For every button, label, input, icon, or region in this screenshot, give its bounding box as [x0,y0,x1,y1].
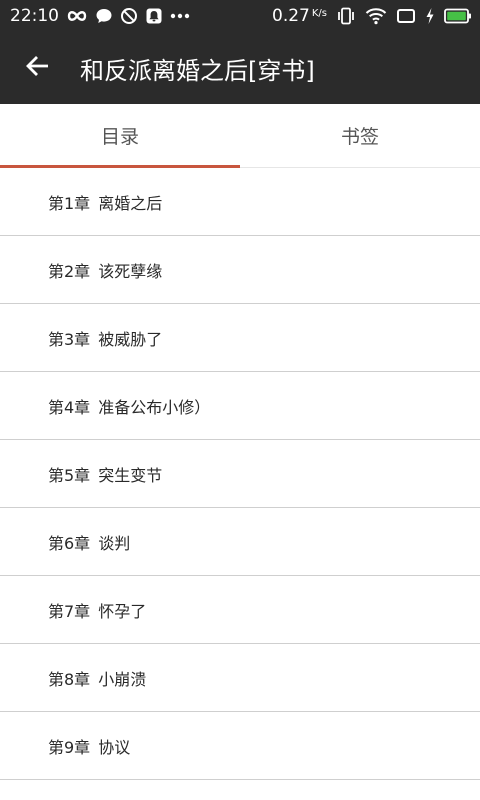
chapter-item[interactable]: 第3章 被威胁了 [0,304,480,372]
status-bar: 22:10 0.27 K/s [0,0,480,32]
chapter-title: 小崩溃 [98,669,147,689]
infinity-icon [66,9,88,23]
chapter-list: 第1章 离婚之后 第2章 该死孽缘 第3章 被威胁了 第4章 准备公布小修） 第… [0,168,480,780]
speed-value: 0.27 [272,6,310,26]
chapter-number: 第1章 [48,193,91,213]
speed-unit: K/s [311,8,327,19]
back-button[interactable] [0,32,76,104]
chapter-number: 第5章 [48,465,91,485]
chapter-number: 第4章 [48,397,91,417]
chapter-number: 第3章 [48,329,91,349]
chapter-item[interactable]: 第4章 准备公布小修） [0,372,480,440]
chapter-item[interactable]: 第9章 协议 [0,712,480,780]
network-speed: 0.27 K/s [272,6,327,26]
status-left: 22:10 [10,6,190,26]
battery-icon [444,8,472,24]
app-bar: 和反派离婚之后[穿书] [0,32,480,104]
tab-bar: 目录 书签 [0,104,480,168]
chapter-number: 第7章 [48,601,91,621]
chapter-item[interactable]: 第7章 怀孕了 [0,576,480,644]
chapter-title: 怀孕了 [98,601,147,621]
chapter-number: 第2章 [48,261,91,281]
back-arrow-icon [25,53,51,83]
charging-icon [425,7,435,25]
tab-contents[interactable]: 目录 [0,104,240,168]
chapter-title: 准备公布小修） [98,397,211,417]
chapter-item[interactable]: 第5章 突生变节 [0,440,480,508]
chapter-title: 谈判 [98,533,131,553]
tab-contents-label: 目录 [100,126,139,148]
page-title: 和反派离婚之后[穿书] [80,56,315,85]
chapter-number: 第9章 [48,737,91,757]
notification-icon [145,7,163,25]
chapter-title: 被威胁了 [98,329,163,349]
vibrate-icon [336,7,356,25]
more-icon [170,13,190,19]
tab-bookmarks[interactable]: 书签 [240,104,480,167]
chapter-title: 该死孽缘 [98,261,163,281]
chapter-item[interactable]: 第8章 小崩溃 [0,644,480,712]
message-icon [95,7,113,25]
chapter-item[interactable]: 第2章 该死孽缘 [0,236,480,304]
chapter-item[interactable]: 第6章 谈判 [0,508,480,576]
chapter-title: 突生变节 [98,465,163,485]
chapter-title: 离婚之后 [98,193,163,213]
tab-bookmarks-label: 书签 [340,126,379,148]
chapter-title: 协议 [98,737,131,757]
screen-icon [396,8,416,24]
chapter-number: 第6章 [48,533,91,553]
block-icon [120,7,138,25]
wifi-icon [365,7,387,25]
chapter-number: 第8章 [48,669,91,689]
status-time: 22:10 [10,6,59,26]
chapter-item[interactable]: 第1章 离婚之后 [0,168,480,236]
status-right: 0.27 K/s [272,6,472,26]
